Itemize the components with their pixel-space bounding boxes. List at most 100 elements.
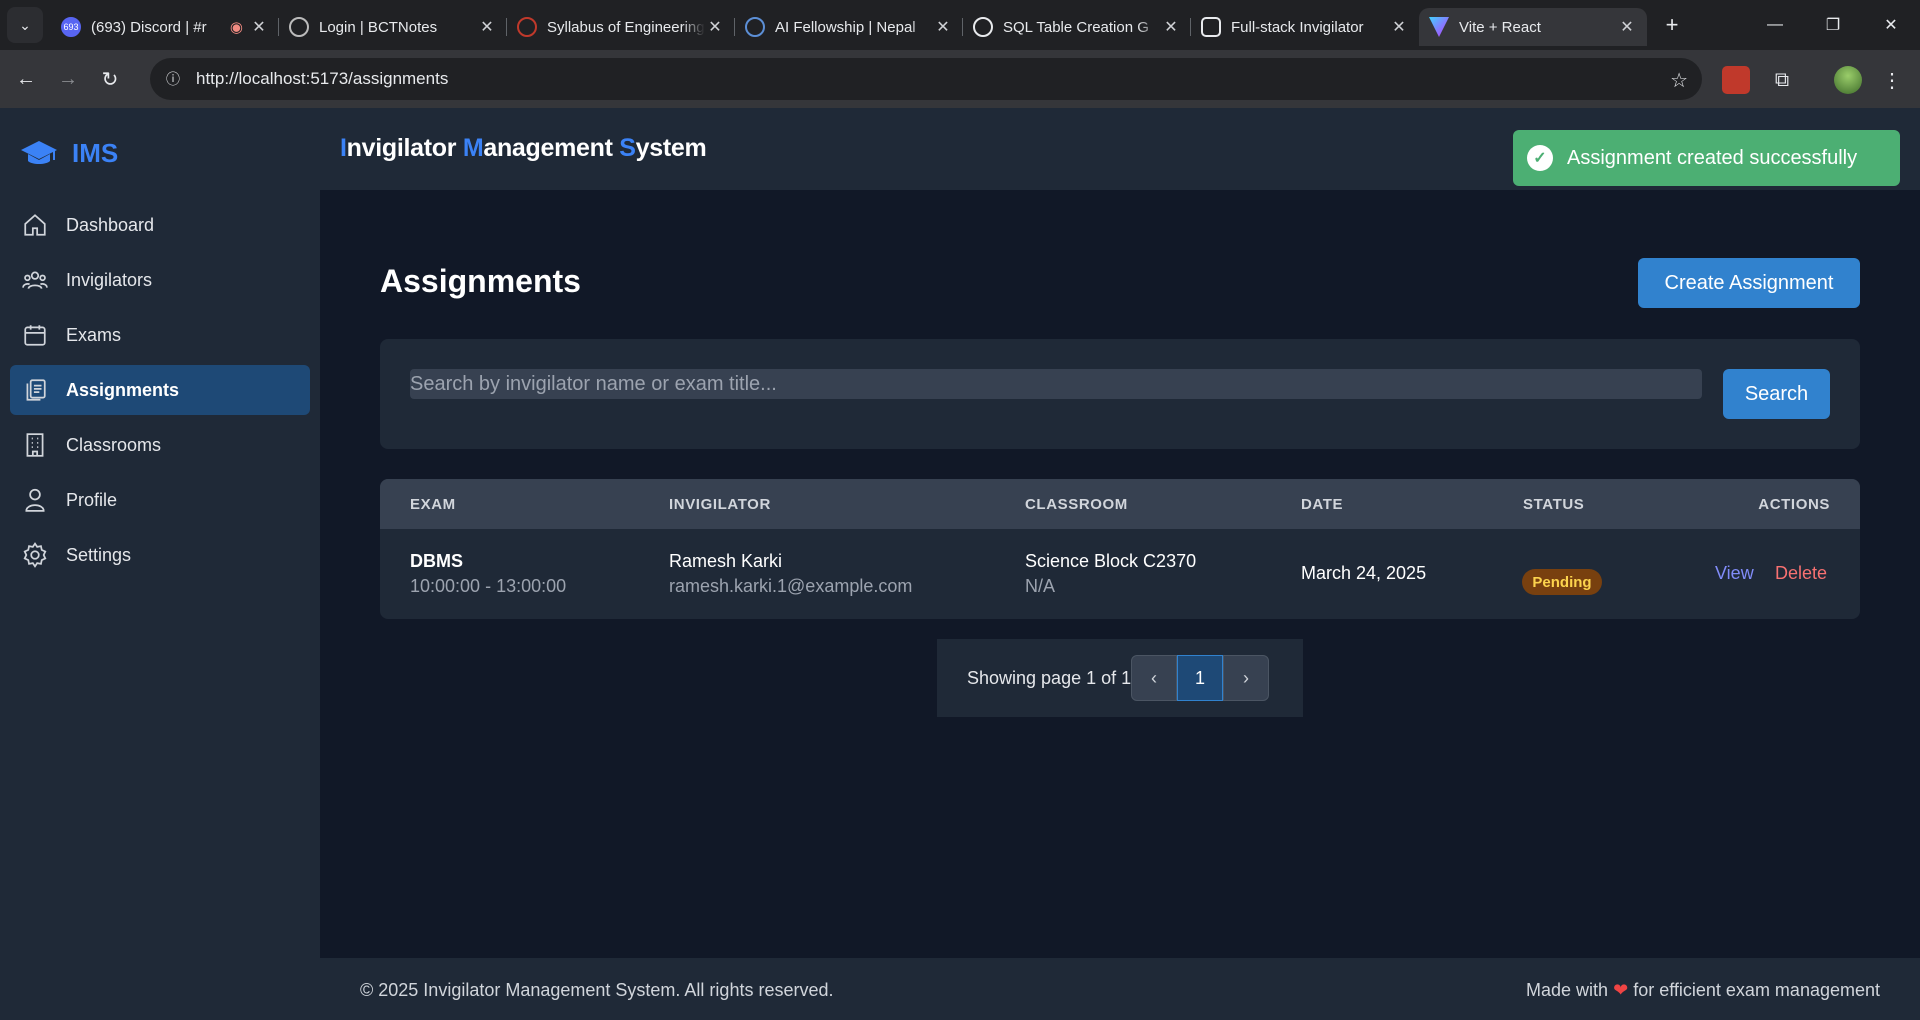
browser-toolbar: ← → ↻ ⓘ http://localhost:5173/assignment…	[0, 50, 1920, 108]
close-tab-icon[interactable]: ✕	[1389, 17, 1409, 37]
sidebar-item-exams[interactable]: Exams	[10, 310, 310, 360]
back-arrow-icon[interactable]: ←	[6, 59, 46, 99]
title-initial: M	[462, 134, 484, 162]
made-with-text: Made with ❤ for efficient exam managemen…	[1526, 980, 1880, 1001]
close-tab-icon[interactable]: ✕	[1617, 17, 1637, 37]
close-tab-icon[interactable]: ✕	[249, 17, 269, 37]
tab-title: Syllabus of Engineering	[547, 18, 705, 36]
sidebar: IMS Dashboard Invigilators Exams Assignm…	[0, 108, 320, 1020]
next-page-button[interactable]: ›	[1223, 655, 1269, 701]
title-word: anagement	[483, 134, 620, 162]
status-badge: Pending	[1522, 569, 1602, 595]
pagination-status: Showing page 1 of 1	[967, 667, 1131, 688]
window-controls: — ❐ ✕	[1746, 0, 1920, 50]
clipboard-icon	[26, 379, 46, 401]
exam-time: 10:00:00 - 13:00:00	[410, 576, 567, 596]
forward-arrow-icon[interactable]: →	[48, 59, 88, 99]
view-link[interactable]: View	[1715, 563, 1754, 584]
sidebar-item-invigilators[interactable]: Invigilators	[10, 255, 310, 305]
tab-title: AI Fellowship | Nepal	[775, 18, 916, 36]
sidebar-item-settings[interactable]: Settings	[10, 530, 310, 580]
discord-favicon-icon: 693	[61, 17, 81, 37]
browser-tab[interactable]: Syllabus of Engineering ✕	[507, 8, 735, 46]
tab-search-button[interactable]: ⌄	[7, 7, 43, 43]
close-window-icon[interactable]: ✕	[1862, 0, 1920, 50]
search-button[interactable]: Search	[1723, 369, 1830, 419]
extensions-puzzle-icon[interactable]: ⧉	[1768, 66, 1796, 94]
create-assignment-button[interactable]: Create Assignment	[1638, 258, 1860, 308]
ioe-favicon-icon	[517, 17, 537, 37]
calendar-icon	[24, 325, 46, 346]
sidebar-item-label: Classrooms	[66, 434, 162, 455]
sidebar-item-label: Dashboard	[66, 214, 155, 235]
users-icon	[22, 271, 48, 289]
home-icon	[24, 214, 46, 236]
sidebar-item-profile[interactable]: Profile	[10, 475, 310, 525]
classroom-name: Science Block C2370	[1025, 551, 1197, 571]
profile-avatar[interactable]	[1834, 66, 1862, 94]
browser-tab[interactable]: AI Fellowship | Nepal ✕	[735, 8, 963, 46]
app-root: IMS Dashboard Invigilators Exams Assignm…	[0, 108, 1920, 1020]
previous-page-button[interactable]: ‹	[1131, 655, 1177, 701]
sidebar-item-label: Settings	[66, 544, 132, 565]
page-title: Assignments	[380, 263, 581, 299]
sidebar-item-assignments[interactable]: Assignments	[10, 365, 310, 415]
sidebar-item-dashboard[interactable]: Dashboard	[10, 200, 310, 250]
close-tab-icon[interactable]: ✕	[933, 17, 953, 37]
browser-tab[interactable]: SQL Table Creation G ✕	[963, 8, 1191, 46]
pagination: Showing page 1 of 1 ‹ 1 ›	[937, 639, 1303, 717]
browser-tab-active[interactable]: Vite + React ✕	[1419, 8, 1647, 46]
column-header-date: DATE	[1301, 496, 1344, 513]
heart-icon: ❤	[1613, 980, 1629, 1000]
extension-icon[interactable]	[1722, 66, 1750, 94]
reload-icon[interactable]: ↻	[90, 59, 130, 99]
sidebar-nav: Dashboard Invigilators Exams Assignments…	[10, 200, 310, 585]
logo[interactable]: IMS	[20, 138, 118, 169]
invigilator-name: Ramesh Karki	[669, 551, 783, 571]
close-tab-icon[interactable]: ✕	[1161, 17, 1181, 37]
column-header-classroom: CLASSROOM	[1025, 496, 1128, 513]
close-tab-icon[interactable]: ✕	[477, 17, 497, 37]
new-tab-button[interactable]: +	[1657, 10, 1687, 40]
column-header-status: STATUS	[1523, 496, 1585, 513]
chatgpt-favicon-icon	[973, 17, 993, 37]
browser-tab[interactable]: 693 (693) Discord | #r ◉ ✕	[51, 8, 279, 46]
url-text[interactable]: http://localhost:5173/assignments	[196, 69, 448, 89]
bookmark-star-icon[interactable]: ☆	[1670, 68, 1688, 93]
tab-title: Login | BCTNotes	[319, 18, 438, 36]
restore-icon[interactable]: ❐	[1804, 0, 1862, 50]
logo-text: IMS	[72, 138, 119, 168]
copyright-text: © 2025 Invigilator Management System. Al…	[360, 980, 834, 1000]
made-with-suffix: for efficient exam management	[1633, 980, 1880, 1000]
main-content: Assignments Create Assignment Search EXA…	[320, 190, 1920, 958]
column-header-invigilator: INVIGILATOR	[669, 496, 771, 513]
column-header-actions: ACTIONS	[1758, 496, 1830, 513]
invigilator-email: ramesh.karki.1@example.com	[669, 576, 913, 596]
copilot-favicon-icon	[1201, 17, 1221, 37]
page-number-button[interactable]: 1	[1177, 655, 1223, 701]
classroom-detail: N/A	[1025, 576, 1056, 596]
minimize-icon[interactable]: —	[1746, 0, 1804, 50]
sidebar-item-label: Invigilators	[66, 269, 153, 290]
address-bar[interactable]: ⓘ http://localhost:5173/assignments ☆	[150, 58, 1702, 100]
made-with-prefix: Made with	[1526, 980, 1609, 1000]
site-info-icon[interactable]: ⓘ	[160, 66, 186, 92]
browser-tab[interactable]: Full-stack Invigilator ✕	[1191, 8, 1419, 46]
close-tab-icon[interactable]: ✕	[705, 17, 725, 37]
top-header: Invigilator Management System ✓ Assignme…	[320, 108, 1920, 190]
tab-strip: 693 (693) Discord | #r ◉ ✕ Login | BCTNo…	[51, 4, 1647, 46]
search-input[interactable]	[410, 369, 1702, 399]
app-title: Invigilator Management System	[340, 134, 707, 163]
sidebar-item-label: Profile	[66, 489, 118, 510]
fellowship-favicon-icon	[745, 17, 765, 37]
toast-message: Assignment created successfully	[1567, 146, 1858, 169]
menu-kebab-icon[interactable]: ⋮	[1878, 66, 1906, 94]
tab-title: Vite + React	[1459, 18, 1541, 36]
vite-favicon-icon	[1429, 17, 1449, 37]
sidebar-item-classrooms[interactable]: Classrooms	[10, 420, 310, 470]
building-icon	[26, 433, 44, 457]
sidebar-item-label: Assignments	[66, 379, 180, 400]
browser-tab[interactable]: Login | BCTNotes ✕	[279, 8, 507, 46]
success-toast[interactable]: ✓ Assignment created successfully	[1513, 130, 1900, 186]
delete-link[interactable]: Delete	[1775, 563, 1827, 584]
